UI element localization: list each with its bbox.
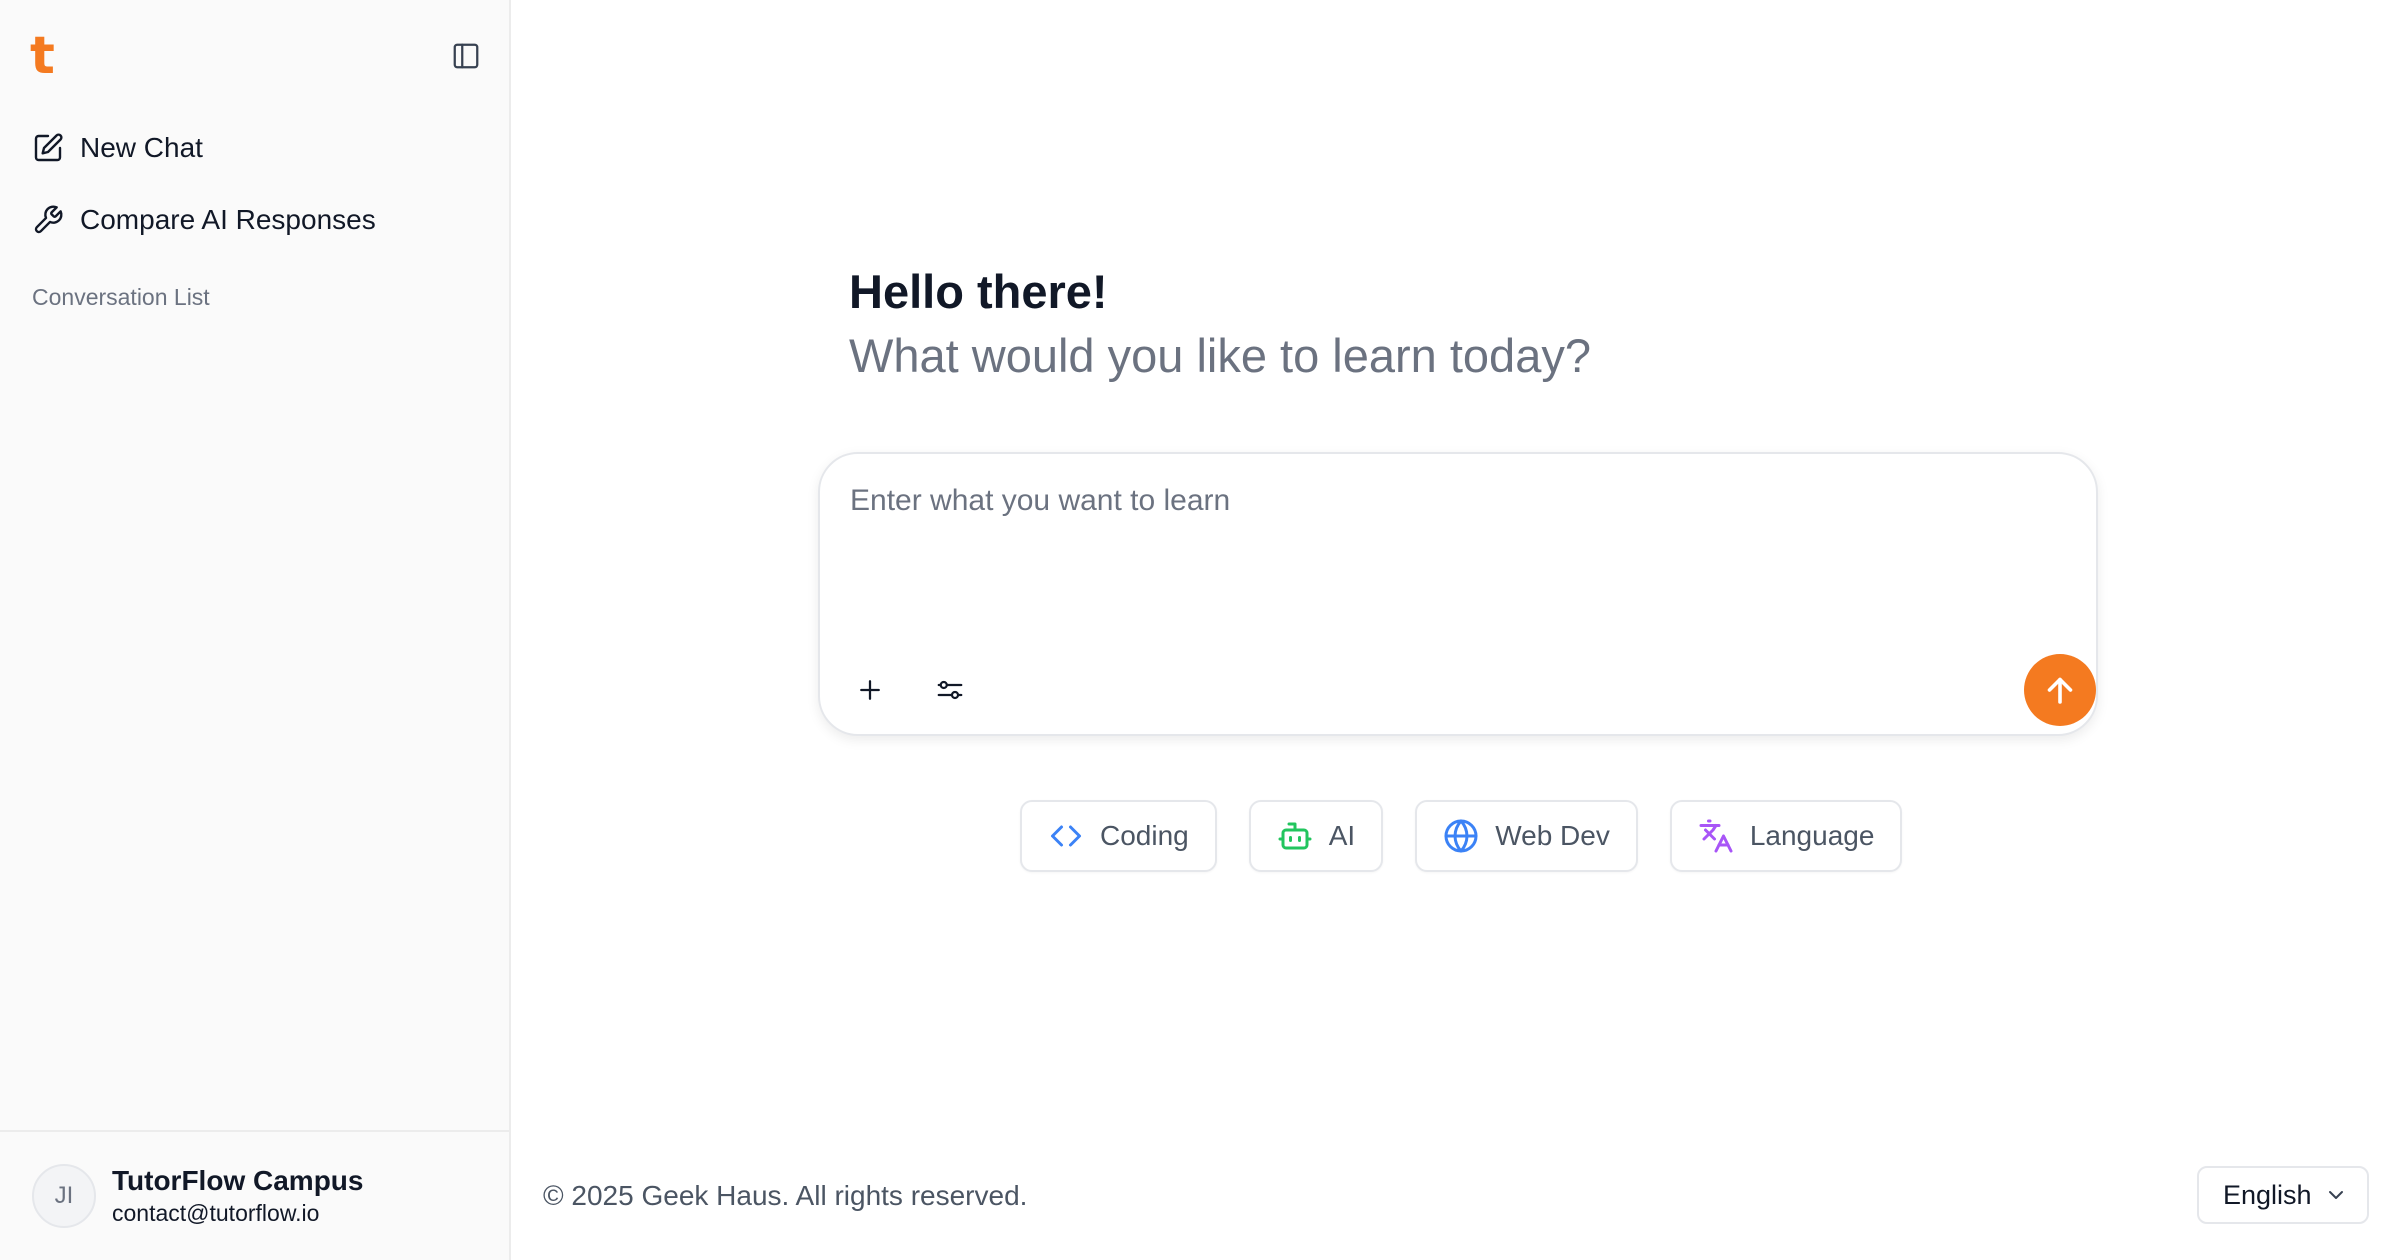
chevron-down-icon	[2328, 1191, 2343, 1199]
greeting-title: Hello there!	[849, 265, 1108, 318]
attach-button[interactable]	[848, 668, 892, 712]
chip-web-dev[interactable]: Web Dev	[1415, 800, 1638, 872]
new-chat-button[interactable]: New Chat	[0, 112, 509, 184]
greeting-subtitle: What would you like to learn today?	[849, 329, 1591, 382]
app-root: t New Chat Compare AI Responses Conversa…	[0, 0, 2400, 1260]
copyright-text: © 2025 Geek Haus. All rights reserved.	[543, 1180, 1028, 1211]
wrench-icon	[34, 205, 63, 234]
brand-logo[interactable]: t	[30, 30, 55, 82]
sliders-icon	[937, 680, 963, 700]
prompt-input[interactable]	[850, 484, 2050, 604]
language-select[interactable]: English	[2197, 1166, 2369, 1224]
user-email: contact@tutorflow.io	[112, 1200, 320, 1226]
greeting: Hello there! What would you like to lear…	[849, 262, 1591, 388]
chip-language-label: Language	[1749, 820, 1875, 851]
edit-icon	[34, 133, 63, 162]
panel-left-icon	[453, 43, 479, 69]
new-chat-label: New Chat	[80, 132, 203, 163]
chip-language[interactable]: Language	[1669, 800, 1903, 872]
chip-coding-label: Coding	[1100, 820, 1189, 851]
chip-ai[interactable]: AI	[1248, 800, 1384, 872]
language-select-value: English	[2223, 1179, 2312, 1210]
globe-icon	[1444, 819, 1478, 853]
chip-web-dev-label: Web Dev	[1495, 820, 1610, 851]
user-info: TutorFlow Campus contact@tutorflow.io	[112, 1164, 363, 1228]
sidebar-toggle-button[interactable]	[448, 38, 484, 74]
chip-ai-label: AI	[1328, 820, 1356, 851]
sidebar: t New Chat Compare AI Responses Conversa…	[0, 0, 511, 1260]
compare-ai-responses-label: Compare AI Responses	[80, 204, 376, 235]
plus-icon	[860, 680, 880, 700]
topic-chips: Coding AI Web Dev Language	[1020, 800, 1903, 872]
chip-coding[interactable]: Coding	[1020, 800, 1217, 872]
user-name: TutorFlow Campus	[112, 1165, 364, 1196]
user-profile[interactable]: JI TutorFlow Campus contact@tutorflow.io	[0, 1130, 509, 1260]
send-button[interactable]	[2024, 654, 2096, 726]
main-content: Hello there! What would you like to lear…	[511, 0, 2400, 1260]
translate-icon	[1699, 819, 1733, 853]
avatar: JI	[32, 1164, 96, 1228]
conversation-list-heading: Conversation List	[32, 284, 210, 310]
compare-ai-responses-button[interactable]: Compare AI Responses	[0, 184, 509, 256]
prompt-composer	[818, 452, 2098, 736]
bot-icon	[1278, 822, 1312, 850]
sidebar-header: t	[0, 0, 509, 112]
settings-button[interactable]	[928, 668, 972, 712]
code-icon	[1051, 825, 1081, 847]
arrow-up-icon	[2047, 677, 2073, 704]
